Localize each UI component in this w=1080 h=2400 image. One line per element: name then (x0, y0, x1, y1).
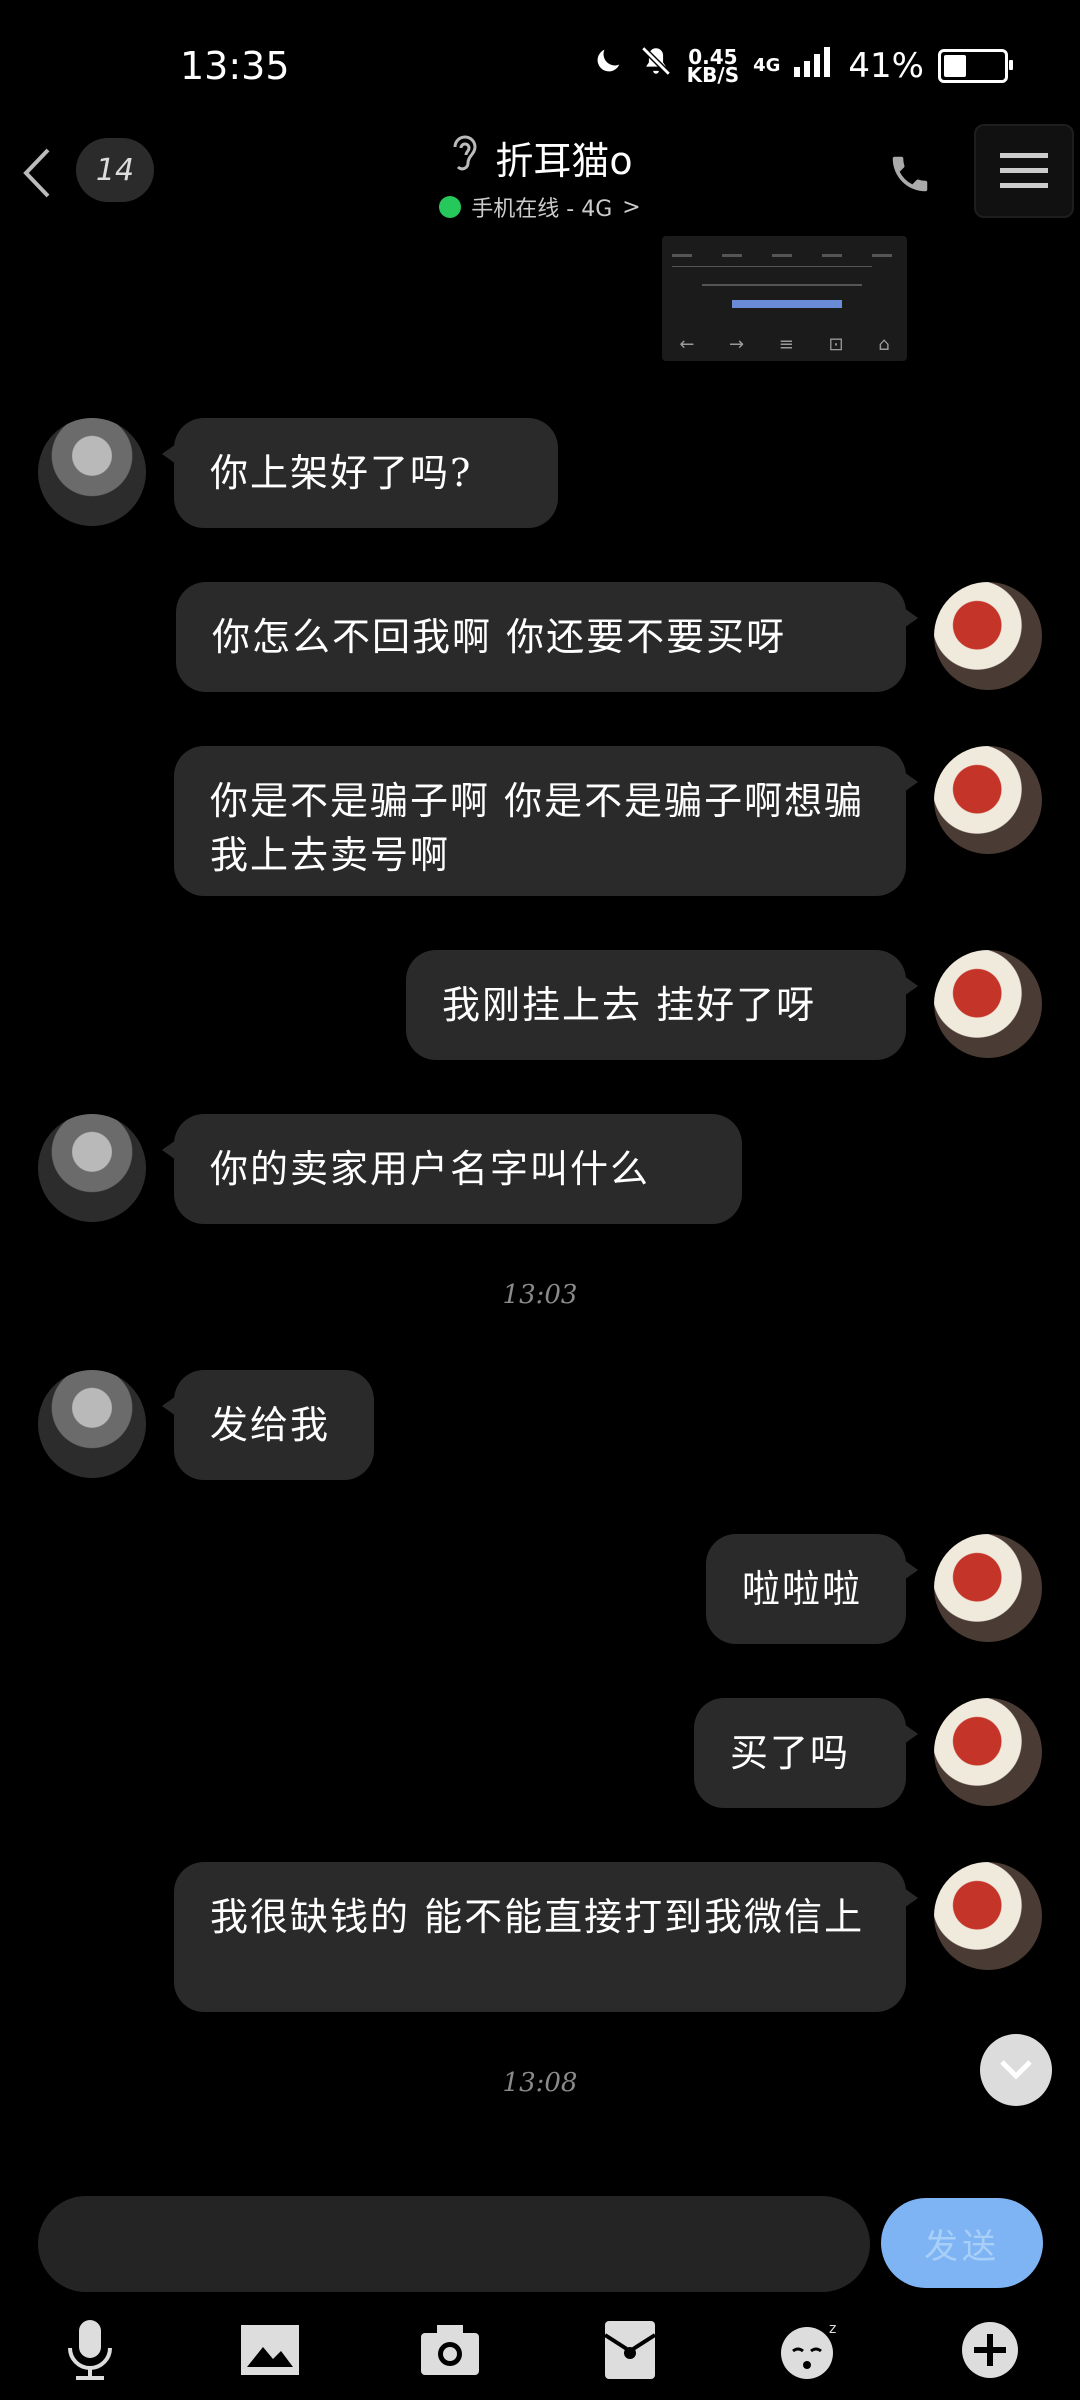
net-speed-unit: KB/S (686, 62, 740, 87)
message-bubble-right[interactable]: 我很缺钱的 能不能直接打到我微信上 (174, 1862, 918, 2012)
battery-icon (938, 48, 1013, 83)
message-bubble-left[interactable]: 发给我 (162, 1370, 374, 1480)
scroll-to-bottom-button[interactable] (980, 2034, 1052, 2106)
svg-text:z: z (829, 2321, 836, 2337)
status-bar: 13:35 0.45 KB/S 4G 41% (0, 0, 1080, 130)
camera-button[interactable] (410, 2310, 490, 2390)
message-bubble-left[interactable]: 你的卖家用户名字叫什么 (162, 1114, 742, 1224)
red-packet-button[interactable] (590, 2310, 670, 2390)
status-icons: 0.45 KB/S 4G 41% (591, 44, 1013, 87)
battery-percent: 41% (848, 45, 924, 86)
signal-icon (794, 45, 834, 86)
presence-chevron: > (622, 194, 641, 220)
menu-button[interactable] (974, 124, 1074, 218)
contact-avatar[interactable] (38, 418, 146, 526)
emoji-icon: z (781, 2321, 836, 2379)
ear-icon (447, 131, 481, 184)
voice-call-button[interactable] (882, 146, 938, 202)
more-options-button[interactable] (950, 2310, 1030, 2390)
status-time: 13:35 (180, 44, 290, 88)
my-avatar[interactable] (934, 1698, 1042, 1806)
message-input[interactable] (38, 2196, 870, 2292)
message-timestamp: 13:08 (502, 2068, 578, 2098)
microphone-icon (68, 2320, 112, 2380)
image-message-thumbnail[interactable]: ← → ≡ ⊡ ⌂ (662, 236, 907, 361)
phone-icon (892, 156, 928, 192)
my-avatar[interactable] (934, 1862, 1042, 1970)
hamburger-menu-icon (1000, 153, 1048, 188)
contact-avatar[interactable] (38, 1114, 146, 1222)
mute-bell-icon (639, 44, 673, 87)
input-toolbar: z (0, 2300, 1080, 2400)
message-bubble-left[interactable]: 你上架好了吗? (162, 418, 558, 528)
my-avatar[interactable] (934, 746, 1042, 854)
my-avatar[interactable] (934, 950, 1042, 1058)
contact-name: 折耳猫o (495, 139, 633, 183)
network-type: 4G (753, 55, 781, 76)
message-bubble-right[interactable]: 买了吗 (694, 1698, 918, 1808)
voice-input-button[interactable] (50, 2310, 130, 2390)
my-avatar[interactable] (934, 1534, 1042, 1642)
message-bubble-right[interactable]: 你是不是骗子啊 你是不是骗子啊想骗我上去卖号啊 (174, 746, 918, 896)
message-bubble-right[interactable]: 啦啦啦 (706, 1534, 918, 1644)
emoji-button[interactable]: z (770, 2310, 850, 2390)
presence-text: 手机在线 - 4G (471, 197, 613, 222)
image-icon (241, 2325, 299, 2375)
online-dot-icon (439, 196, 462, 218)
plus-icon (962, 2322, 1018, 2378)
moon-icon (591, 44, 625, 87)
net-speed: 0.45 KB/S (686, 47, 740, 87)
image-button[interactable] (230, 2310, 310, 2390)
camera-icon (421, 2325, 479, 2375)
chevron-down-icon (1000, 2060, 1032, 2080)
message-bubble-right[interactable]: 我刚挂上去 挂好了呀 (406, 950, 918, 1060)
my-avatar[interactable] (934, 582, 1042, 690)
message-bubble-right[interactable]: 你怎么不回我啊 你还要不要买呀 (176, 582, 918, 692)
message-timestamp: 13:03 (502, 1280, 578, 1310)
send-button[interactable]: 发送 (881, 2198, 1043, 2288)
chat-header: 14 折耳猫o 手机在线 - 4G > (0, 120, 1080, 222)
red-packet-icon (603, 2321, 657, 2379)
contact-avatar[interactable] (38, 1370, 146, 1478)
